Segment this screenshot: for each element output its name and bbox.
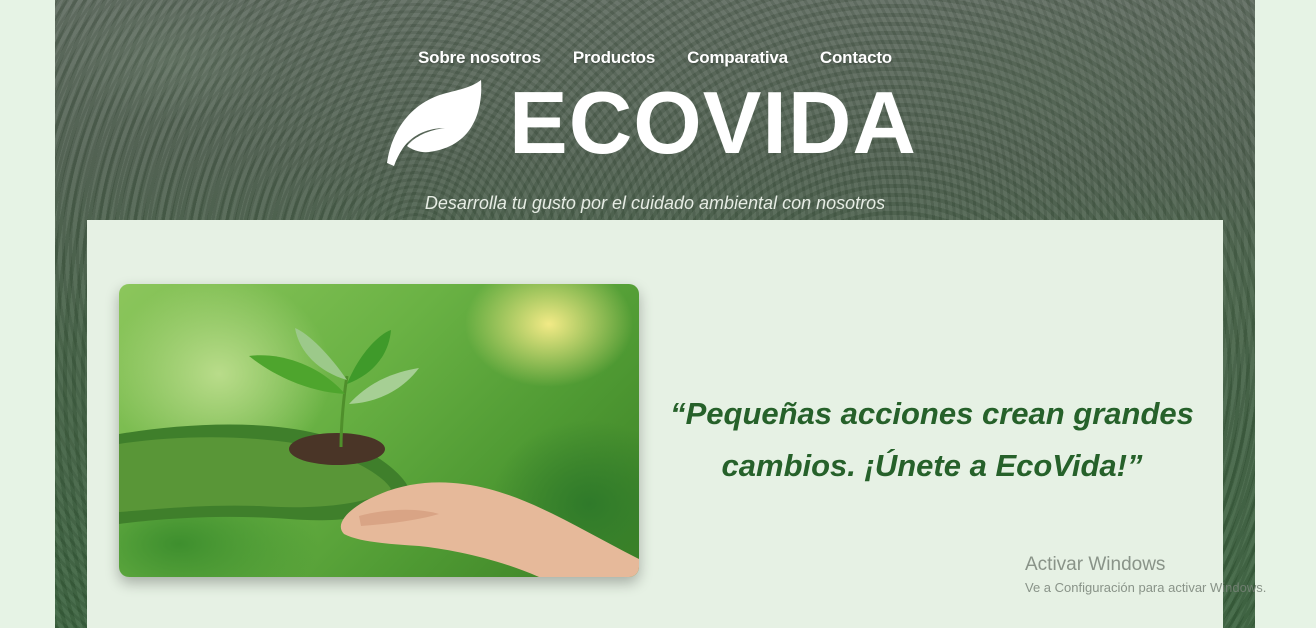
nav-link-comparativa[interactable]: Comparativa [687, 48, 788, 68]
windows-activation-watermark: Activar Windows Ve a Configuración para … [1025, 553, 1266, 599]
main-nav: Sobre nosotros Productos Comparativa Con… [55, 48, 1255, 68]
nav-link-sobre-nosotros[interactable]: Sobre nosotros [418, 48, 541, 68]
activation-title: Activar Windows [1025, 554, 1166, 575]
page: Sobre nosotros Productos Comparativa Con… [0, 0, 1316, 628]
mission-quote: “Pequeñas acciones crean grandes cambios… [670, 396, 1194, 483]
hero-tagline: Desarrolla tu gusto por el cuidado ambie… [424, 193, 886, 213]
leaf-icon [387, 80, 482, 166]
brand-title: ECOVIDA [509, 73, 917, 172]
brand-logo: ECOVIDA [385, 78, 917, 168]
hands-plant-photo [119, 284, 639, 577]
hands-plant-illustration [119, 328, 639, 577]
nav-link-productos[interactable]: Productos [573, 48, 655, 68]
nav-link-contacto[interactable]: Contacto [820, 48, 892, 68]
activation-subtitle: Ve a Configuración para activar Windows. [1025, 580, 1267, 595]
